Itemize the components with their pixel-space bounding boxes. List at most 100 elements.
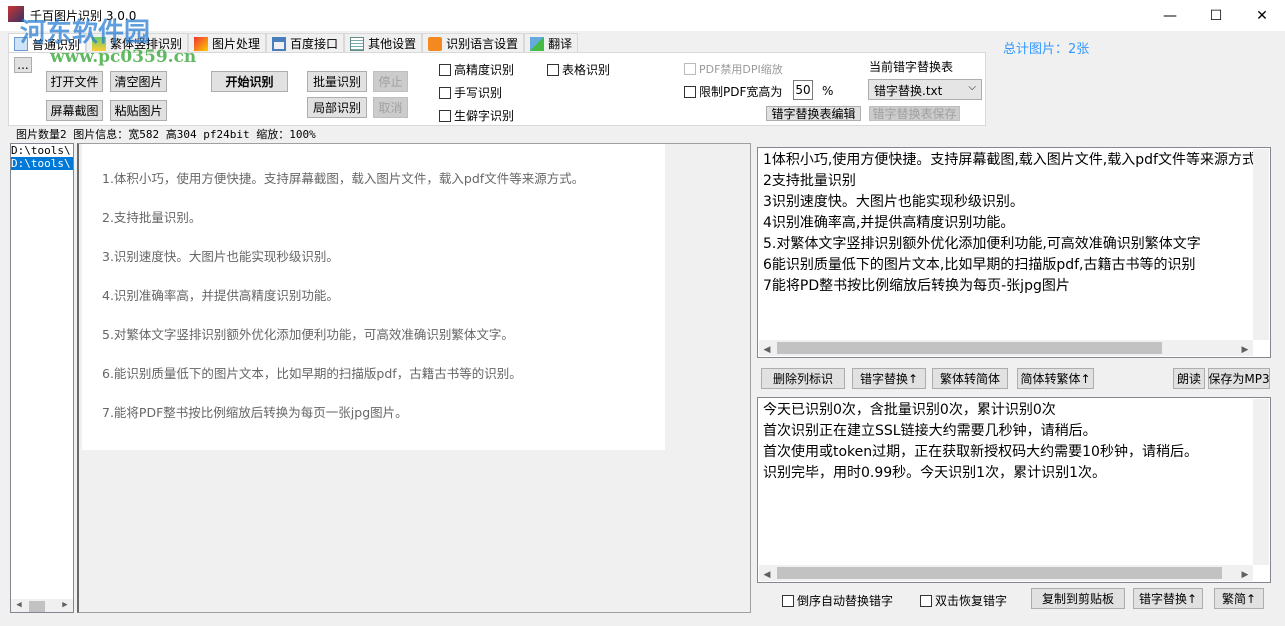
result-horizontal-scrollbar[interactable]: ◀▶ <box>759 340 1253 356</box>
checkbox-label: 手写识别 <box>454 84 502 101</box>
file-list-item-selected[interactable]: D:\tools\ <box>11 157 73 170</box>
checkbox-box <box>439 110 451 122</box>
scroll-left-icon[interactable]: ◀ <box>759 565 775 583</box>
checkbox-label: PDF禁用DPI缩放 <box>699 61 783 77</box>
read-aloud-button[interactable]: 朗读 <box>1173 368 1205 389</box>
total-images-label: 总计图片：2张 <box>1003 38 1089 57</box>
image-text-line: 4.识别准确率高，并提供高精度识别功能。 <box>102 285 339 304</box>
tab-label: 百度接口 <box>290 35 338 52</box>
copy-to-clipboard-button[interactable]: 复制到剪贴板 <box>1031 588 1125 609</box>
tab-other-settings[interactable]: 其他设置 <box>344 33 422 53</box>
tab-label: 识别语言设置 <box>446 35 518 52</box>
start-ocr-button[interactable]: 开始识别 <box>211 71 288 92</box>
percent-label: % <box>822 84 833 98</box>
tab-label: 图片处理 <box>212 35 260 52</box>
settings-icon <box>350 37 364 51</box>
close-button[interactable]: ✕ <box>1239 0 1285 31</box>
chevron-down-icon: ⌵ <box>968 82 976 93</box>
image-text-line: 5.对繁体文字竖排识别额外优化添加便利功能，可高效准确识别繁体文字。 <box>102 324 514 343</box>
limit-pdf-checkbox[interactable]: 限制PDF宽高为 <box>684 83 782 100</box>
scroll-thumb[interactable] <box>29 601 45 613</box>
scroll-thumb[interactable] <box>777 567 1222 579</box>
network-icon <box>272 37 286 51</box>
result-textbox[interactable]: 1体积小巧,使用方便快捷。支持屏幕截图,载入图片文件,载入pdf文件等来源方式 … <box>757 147 1271 358</box>
file-list[interactable]: D:\tools\ D:\tools\ ◀▶ <box>10 143 74 613</box>
pdf-dpi-checkbox[interactable]: PDF禁用DPI缩放 <box>684 61 783 77</box>
double-click-restore-checkbox[interactable]: 双击恢复错字 <box>920 592 1007 609</box>
tab-label: 其他设置 <box>368 35 416 52</box>
result-line: 1体积小巧,使用方便快捷。支持屏幕截图,载入图片文件,载入pdf文件等来源方式 <box>763 150 1265 171</box>
checkbox-box <box>684 63 696 75</box>
open-file-button[interactable]: 打开文件 <box>46 71 103 92</box>
handwriting-checkbox[interactable]: 手写识别 <box>439 84 502 101</box>
edit-replace-table-button[interactable]: 错字替换表编辑 <box>766 106 861 121</box>
scroll-left-icon[interactable]: ◀ <box>759 340 775 358</box>
preview-image: 1.体积小巧，使用方便快捷。支持屏幕截图，载入图片文件，载入pdf文件等来源方式… <box>82 144 665 450</box>
checkbox-box <box>439 64 451 76</box>
simplified-to-traditional-button[interactable]: 简体转繁体↑ <box>1017 368 1094 389</box>
log-line: 今天已识别0次，含批量识别0次，累计识别0次 <box>763 400 1265 421</box>
log-line: 首次识别正在建立SSL链接大约需要几秒钟，请稍后。 <box>763 421 1265 442</box>
rss-icon <box>428 37 442 51</box>
tab-translate[interactable]: 翻译 <box>524 33 578 53</box>
reverse-auto-replace-checkbox[interactable]: 倒序自动替换错字 <box>782 592 893 609</box>
checkbox-label: 倒序自动替换错字 <box>797 592 893 609</box>
save-mp3-button[interactable]: 保存为MP3 <box>1208 368 1270 389</box>
more-button[interactable]: ... <box>14 57 32 73</box>
file-list-scrollbar[interactable]: ◀▶ <box>11 599 73 612</box>
save-replace-table-button[interactable]: 错字替换表保存 <box>869 106 960 121</box>
scroll-thumb[interactable] <box>777 342 1162 354</box>
scroll-right-icon[interactable]: ▶ <box>1237 340 1253 358</box>
result-line: 2支持批量识别 <box>763 171 1265 192</box>
image-text-line: 3.识别速度快。大图片也能实现秒级识别。 <box>102 246 339 265</box>
screenshot-button[interactable]: 屏幕截图 <box>46 100 103 121</box>
bottom-typo-replace-button[interactable]: 错字替换↑ <box>1133 588 1203 609</box>
log-horizontal-scrollbar[interactable]: ◀▶ <box>759 565 1253 581</box>
log-line: 识别完毕，用时0.99秒。今天识别1次，累计识别1次。 <box>763 463 1265 484</box>
log-textbox[interactable]: 今天已识别0次，含批量识别0次，累计识别0次 首次识别正在建立SSL链接大约需要… <box>757 397 1271 583</box>
checkbox-label: 表格识别 <box>562 61 610 78</box>
image-text-line: 6.能识别质量低下的图片文本，比如早期的扫描版pdf，古籍古书等的识别。 <box>102 363 522 382</box>
select-value: 错字替换.txt <box>874 84 942 98</box>
partial-ocr-button[interactable]: 局部识别 <box>307 97 367 118</box>
trad-simp-toggle-button[interactable]: 繁简↑ <box>1214 588 1264 609</box>
high-precision-checkbox[interactable]: 高精度识别 <box>439 61 514 78</box>
image-text-line: 7.能将PDF整书按比例缩放后转换为每页一张jpg图片。 <box>102 402 408 421</box>
image-preview-area: 1.体积小巧，使用方便快捷。支持屏幕截图，载入图片文件，载入pdf文件等来源方式… <box>77 143 751 613</box>
tab-image-processing[interactable]: 图片处理 <box>188 33 266 53</box>
watermark-logo: 河东软件园 <box>20 12 150 49</box>
typo-replace-button[interactable]: 错字替换↑ <box>852 368 926 389</box>
stop-button[interactable]: 停止 <box>373 71 408 92</box>
result-vertical-scrollbar[interactable] <box>1253 149 1269 340</box>
result-line: 6能识别质量低下的图片文本,比如早期的扫描版pdf,古籍古书等的识别 <box>763 255 1265 276</box>
scroll-right-icon[interactable]: ▶ <box>57 599 73 612</box>
result-line: 4识别准确率高,并提供高精度识别功能。 <box>763 213 1265 234</box>
tab-language-settings[interactable]: 识别语言设置 <box>422 33 524 53</box>
cancel-button[interactable]: 取消 <box>373 97 408 118</box>
checkbox-box <box>684 86 696 98</box>
tab-baidu-api[interactable]: 百度接口 <box>266 33 344 53</box>
batch-ocr-button[interactable]: 批量识别 <box>307 71 367 92</box>
minimize-button[interactable]: — <box>1147 0 1193 31</box>
log-line: 首次使用或token过期，正在获取新授权码大约需要10秒钟，请稍后。 <box>763 442 1265 463</box>
scroll-right-icon[interactable]: ▶ <box>1237 565 1253 583</box>
checkbox-box <box>920 595 932 607</box>
paste-image-button[interactable]: 粘贴图片 <box>110 100 167 121</box>
clear-images-button[interactable]: 清空图片 <box>110 71 167 92</box>
checkbox-label: 双击恢复错字 <box>935 592 1007 609</box>
table-ocr-checkbox[interactable]: 表格识别 <box>547 61 610 78</box>
watermark-url: www.pc0359.cn <box>50 47 196 67</box>
delete-column-marks-button[interactable]: 删除列标识 <box>761 368 845 389</box>
tab-label: 翻译 <box>548 35 572 52</box>
replace-table-select[interactable]: 错字替换.txt ⌵ <box>868 79 982 100</box>
maximize-button[interactable]: ☐ <box>1193 0 1239 31</box>
checkbox-label: 限制PDF宽高为 <box>699 83 782 100</box>
traditional-to-simplified-button[interactable]: 繁体转简体 <box>932 368 1008 389</box>
pdf-limit-input[interactable]: 50 <box>793 80 813 100</box>
rare-chars-checkbox[interactable]: 生僻字识别 <box>439 107 514 124</box>
scroll-left-icon[interactable]: ◀ <box>11 599 27 612</box>
log-vertical-scrollbar[interactable] <box>1253 399 1269 565</box>
title-bar: 千百图片识别 3.0.0 — ☐ ✕ <box>0 0 1285 31</box>
checkbox-box <box>439 87 451 99</box>
file-list-item[interactable]: D:\tools\ <box>11 144 73 157</box>
